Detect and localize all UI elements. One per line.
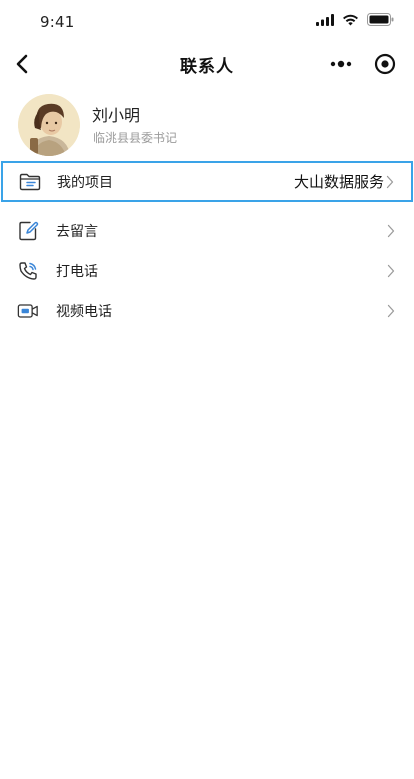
wifi-icon [343,14,358,25]
chevron-right-icon [386,175,394,188]
avatar [18,94,80,156]
menu-separator [0,202,414,211]
phone-icon [17,260,39,282]
menu-item-leave-message[interactable]: 去留言 [0,211,414,251]
status-bar: 9:41 [0,0,414,42]
menu-item-value: 大山数据服务 [293,173,384,191]
close-target-icon[interactable] [374,53,396,75]
menu-item-label: 我的项目 [57,174,113,191]
menu-item-label: 去留言 [56,224,98,240]
menu-item-video-call[interactable]: 视频电话 [0,291,414,331]
battery-icon [367,13,394,26]
more-icon[interactable] [330,60,352,68]
profile-role: 临洮县县委书记 [93,131,178,145]
chevron-right-icon [387,224,395,238]
profile-name: 刘小明 [92,106,141,125]
status-time: 9:41 [40,13,75,31]
edit-note-icon [17,220,39,242]
menu-item-call[interactable]: 打电话 [0,251,414,291]
status-icons [316,13,394,26]
chevron-right-icon [387,304,395,318]
contact-screen: 9:41 联系人 刘小明 临洮县县委书记 我的项目 大山数据服务 去留言 打电话… [0,0,414,779]
navigation-bar: 联系人 [0,42,414,86]
menu-item-my-projects[interactable]: 我的项目 大山数据服务 [1,161,413,202]
signal-icon [316,13,334,26]
action-menu: 我的项目 大山数据服务 去留言 打电话 视频电话 [0,161,414,331]
folder-icon [19,171,41,193]
avatar-illustration [18,94,80,156]
profile-header: 刘小明 临洮县县委书记 [0,92,414,158]
chevron-right-icon [387,264,395,278]
video-call-icon [17,300,39,322]
mini-program-capsule [330,50,396,78]
menu-item-label: 视频电话 [56,304,112,320]
menu-item-label: 打电话 [56,264,98,280]
